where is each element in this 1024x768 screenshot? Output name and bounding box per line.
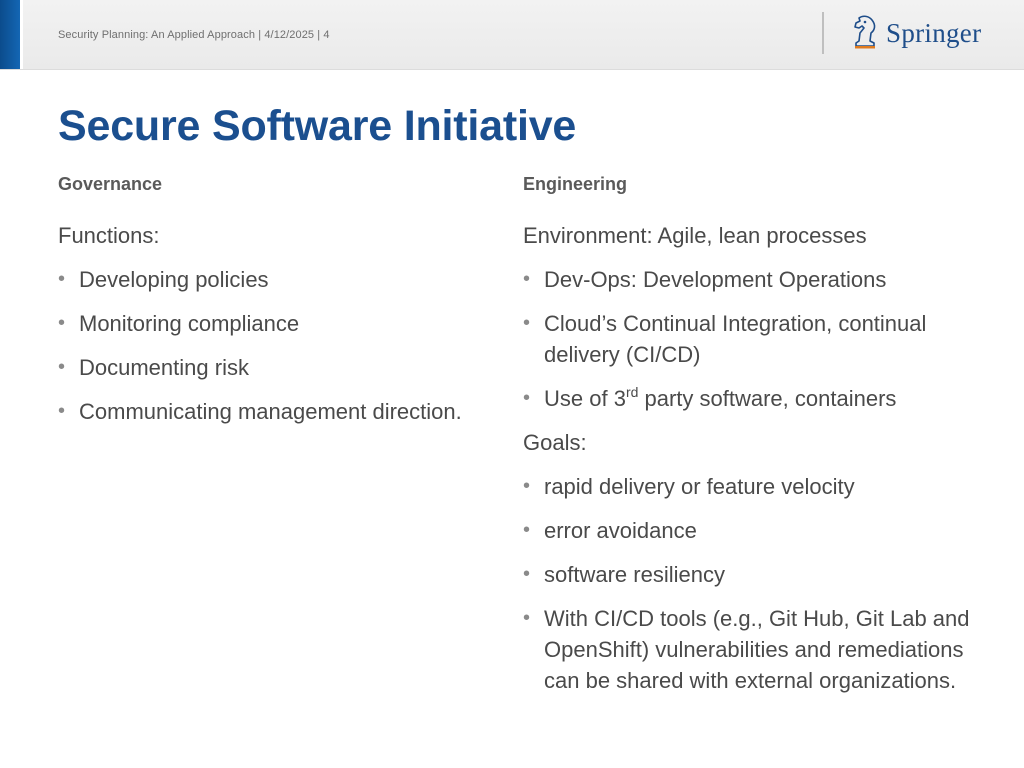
bullet-item: • Documenting risk — [58, 352, 498, 383]
goal-item: • error avoidance — [523, 515, 973, 546]
third-party-superscript: rd — [625, 384, 639, 400]
third-party-prefix: Use of 3 — [544, 386, 626, 411]
bullet-icon: • — [523, 387, 531, 409]
slide-footer-text: Security Planning: An Applied Approach |… — [58, 29, 330, 41]
functions-label: Functions: — [58, 223, 160, 248]
bullet-icon: • — [58, 268, 66, 290]
bullet-text: Dev-Ops: Development Operations — [544, 267, 887, 292]
springer-logo: Springer — [850, 14, 981, 52]
bullet-icon: • — [523, 519, 531, 541]
goal-text: software resiliency — [544, 562, 725, 587]
bullet-text: Cloud’s Continual Integration, continual… — [544, 311, 927, 367]
goal-text: With CI/CD tools (e.g., Git Hub, Git Lab… — [544, 606, 970, 693]
bullet-icon: • — [523, 475, 531, 497]
bullet-icon: • — [58, 312, 66, 334]
bullet-icon: • — [523, 563, 531, 585]
bullet-item: • Developing policies — [58, 264, 498, 295]
bullet-item-third-party: • Use of 3rd party software, containers — [523, 383, 973, 414]
governance-column: Governance Functions: • Developing polici… — [58, 174, 498, 440]
goal-item: • With CI/CD tools (e.g., Git Hub, Git La… — [523, 603, 973, 696]
slide-title: Secure Software Initiative — [58, 102, 577, 150]
bullet-item: • Dev-Ops: Development Operations — [523, 264, 973, 295]
bullet-text: Monitoring compliance — [79, 311, 300, 336]
engineering-heading: Engineering — [523, 174, 628, 194]
goal-text: error avoidance — [544, 518, 697, 543]
bullet-item: • Monitoring compliance — [58, 308, 498, 339]
bullet-item: • Communicating management direction. — [58, 396, 498, 427]
governance-heading: Governance — [58, 174, 163, 194]
bullet-icon: • — [523, 268, 531, 290]
bullet-icon: • — [58, 400, 66, 422]
engineering-column: Engineering Environment: Agile, lean pro… — [523, 174, 973, 709]
logo-divider — [822, 12, 824, 54]
bullet-icon: • — [58, 356, 66, 378]
springer-chess-knight-icon — [850, 13, 880, 54]
goals-label: Goals: — [523, 430, 587, 455]
bullet-text: Developing policies — [79, 267, 269, 292]
bullet-item: • Cloud’s Continual Integration, continua… — [523, 308, 973, 370]
springer-wordmark: Springer — [886, 17, 982, 48]
goal-text: rapid delivery or feature velocity — [544, 474, 855, 499]
accent-gap — [20, 0, 23, 69]
bullet-icon: • — [523, 607, 531, 629]
goal-item: • software resiliency — [523, 559, 973, 590]
bullet-icon: • — [523, 312, 531, 334]
accent-bar — [0, 0, 20, 69]
third-party-suffix: party software, containers — [638, 386, 897, 411]
environment-label: Environment: Agile, lean processes — [523, 223, 867, 248]
bullet-text: Documenting risk — [79, 355, 249, 380]
bullet-text: Communicating management direction. — [79, 399, 462, 424]
goal-item: • rapid delivery or feature velocity — [523, 471, 973, 502]
